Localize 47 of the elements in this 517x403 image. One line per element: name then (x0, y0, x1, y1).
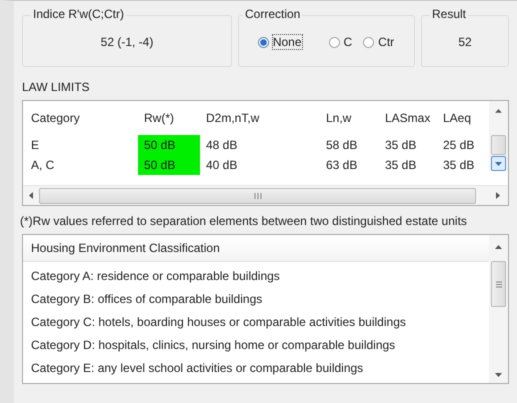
table-cell-text: 48 dB (205, 137, 238, 154)
table-cell-text: A, C (30, 157, 56, 174)
table-cell-text: 25 dB (442, 137, 476, 154)
index-value: 52 (-1, -4) (100, 34, 154, 49)
result-value: 52 (458, 34, 472, 49)
table-cell-text: 63 dB (325, 157, 358, 174)
group-title: Result (430, 7, 468, 21)
scroll-thumb[interactable] (491, 261, 506, 307)
column-header[interactable]: D2m,nT,w (200, 110, 320, 126)
scroll-up-icon[interactable] (495, 109, 502, 113)
column-header[interactable]: Rw(*) (138, 110, 200, 126)
section-title: LAW LIMITS (22, 80, 91, 96)
list-item[interactable]: Category D: hospitals, clinics, nursing home or comparable buildings (23, 334, 489, 357)
list-item[interactable]: Category C: hotels, boarding houses or comparable activities buildings (23, 311, 489, 334)
group-title: Indice R'w(C;Ctr) (31, 7, 126, 21)
scrollbar[interactable] (489, 235, 508, 383)
table-cell-text: 35 dB (384, 137, 418, 154)
table-cell-text: E (30, 137, 40, 154)
scrollbar[interactable] (489, 101, 508, 171)
scroll-left-icon[interactable] (29, 192, 33, 199)
scroll-up-icon[interactable] (495, 245, 502, 249)
grip-icon (254, 192, 262, 198)
scroll-thumb[interactable] (491, 134, 506, 156)
table-cell-text: 35 dB (442, 157, 476, 174)
column-header[interactable]: LAeq (437, 110, 483, 126)
grip-icon (496, 280, 502, 288)
list-item[interactable]: Category B: offices of comparable buildings (23, 288, 489, 311)
column-header[interactable]: Category (23, 110, 138, 126)
table-cell: 50 dB (138, 155, 200, 175)
group-title: Correction (243, 7, 302, 21)
radio-button[interactable]: Ctr (363, 34, 396, 50)
scroll-down-icon[interactable] (495, 162, 502, 166)
scroll-thumb[interactable] (39, 188, 476, 204)
footnote: (*)Rw values referred to separation elements between two distinguished estate units (20, 214, 468, 228)
scroll-right-icon[interactable] (496, 192, 500, 199)
scroll-down-button[interactable] (491, 156, 506, 171)
table-cell-text: 58 dB (325, 137, 358, 154)
column-header[interactable]: Ln,w (320, 110, 379, 126)
scrollbar[interactable] (23, 185, 508, 205)
table-cell-text: 35 dB (384, 157, 418, 174)
column-header[interactable]: LASmax (379, 110, 437, 126)
list-item[interactable]: Category E: any level school activities or comparable buildings (23, 357, 489, 380)
list-item[interactable]: Category A: residence or comparable buildings (23, 265, 489, 288)
table-cell-text: 40 dB (205, 157, 238, 174)
scroll-down-icon[interactable] (495, 373, 502, 377)
radio-button[interactable]: C (328, 34, 354, 50)
table-cell: 50 dB (138, 135, 200, 155)
